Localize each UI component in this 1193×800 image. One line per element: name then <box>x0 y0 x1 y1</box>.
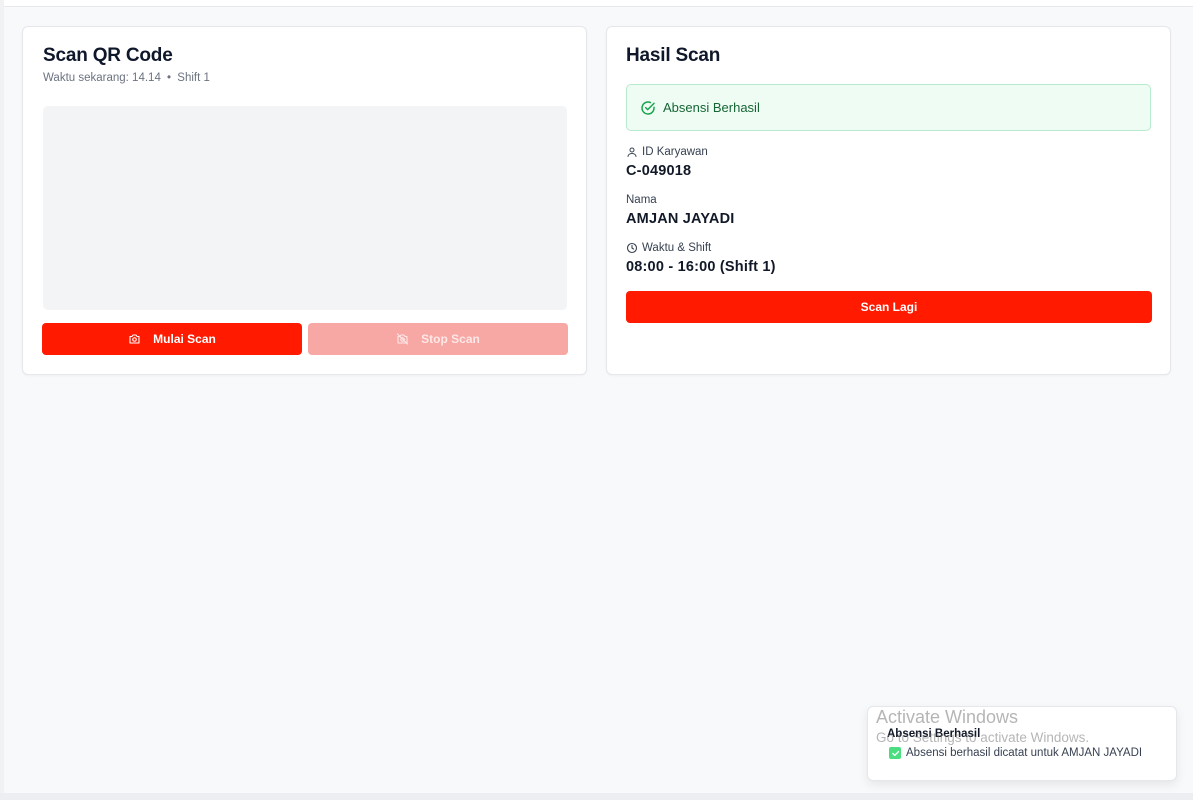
success-alert: Absensi Berhasil <box>626 84 1151 131</box>
bottom-strip <box>0 793 1193 800</box>
separator: • <box>167 72 172 84</box>
left-edge <box>0 0 4 800</box>
name-value: AMJAN JAYADI <box>626 211 735 227</box>
time-shift-value: 08:00 - 16:00 (Shift 1) <box>626 259 776 275</box>
camera-preview <box>43 106 567 310</box>
check-square-icon <box>889 747 901 759</box>
start-scan-button[interactable]: Mulai Scan <box>42 323 302 355</box>
time-shift-label: Waktu & Shift <box>626 242 711 254</box>
clock-icon <box>626 242 638 254</box>
camera-icon <box>129 334 140 344</box>
check-circle-icon <box>641 100 655 115</box>
current-time: Waktu sekarang: 14.14 <box>43 72 161 84</box>
scanner-subtitle: Waktu sekarang: 14.14 • Shift 1 <box>43 72 210 84</box>
result-card: Hasil Scan Absensi Berhasil ID Karyawan … <box>606 26 1171 375</box>
scan-again-button[interactable]: Scan Lagi <box>626 291 1152 323</box>
camera-off-icon <box>397 333 409 345</box>
toast-title: Absensi Berhasil <box>887 728 981 740</box>
toast-notification[interactable]: Absensi Berhasil Absensi berhasil dicata… <box>867 706 1177 781</box>
time-shift-label-text: Waktu & Shift <box>642 242 712 254</box>
user-icon <box>627 147 637 157</box>
scanner-card: Scan QR Code Waktu sekarang: 14.14 • Shi… <box>22 26 587 375</box>
start-scan-label: Mulai Scan <box>153 332 216 346</box>
result-title: Hasil Scan <box>626 45 721 66</box>
top-bar <box>0 0 1193 7</box>
scanner-title: Scan QR Code <box>43 45 173 66</box>
stop-scan-button[interactable]: Stop Scan <box>308 323 568 355</box>
employee-id-label: ID Karyawan <box>626 146 708 158</box>
toast-message: Absensi berhasil dicatat untuk AMJAN JAY… <box>906 747 1143 759</box>
status-text: Absensi Berhasil <box>663 100 760 115</box>
name-label: Nama <box>626 194 657 206</box>
current-shift: Shift 1 <box>177 72 210 84</box>
toast-message-row: Absensi berhasil dicatat untuk AMJAN JAY… <box>889 747 1142 759</box>
employee-id-value: C-049018 <box>626 163 692 179</box>
stop-scan-label: Stop Scan <box>421 332 480 346</box>
employee-id-label-text: ID Karyawan <box>642 146 708 158</box>
